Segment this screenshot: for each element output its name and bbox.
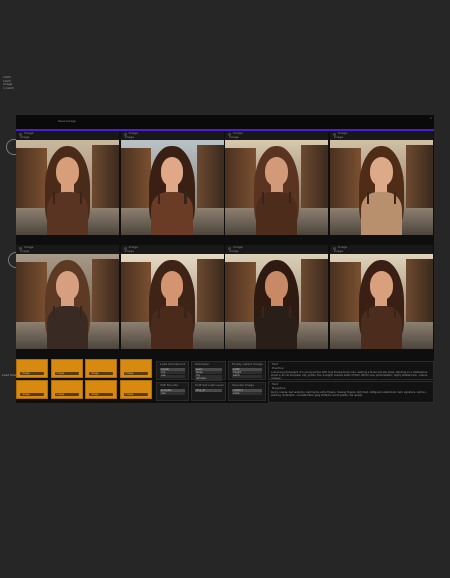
node-header[interactable]: Image Image (120, 245, 224, 254)
image-preview-node[interactable]: Image Image (329, 131, 433, 235)
negative-prompt-text[interactable]: blurry, lowres, bad anatomy, bad hands, … (271, 391, 431, 400)
node-panel-area: Load Images image image image image image ima… (2, 359, 434, 403)
settings-node[interactable]: Upscale Image method scale (228, 382, 266, 401)
positive-prompt-box[interactable]: Text Positive a stunning photograph of a… (268, 361, 434, 380)
load-image-node[interactable]: image (50, 380, 83, 399)
image-preview-node[interactable]: Image Image (225, 131, 329, 235)
settings-field-label: stop_at (196, 388, 206, 392)
topbar-title: Save Image (58, 119, 76, 123)
negative-prompt-box[interactable]: Text Negative blurry, lowres, bad anatom… (268, 381, 434, 403)
node-header[interactable]: Image Image (225, 245, 329, 254)
image-slot[interactable]: image (54, 372, 79, 375)
settings-node[interactable]: Empty Latent Image width height batch (228, 361, 266, 380)
generated-image[interactable] (120, 140, 224, 235)
side-info-line: 1 batch (3, 85, 15, 90)
image-preview-node[interactable]: Image Image (16, 131, 119, 235)
settings-node-title: CLIP Set Last Layer (195, 383, 224, 387)
image-slot-label: image (91, 372, 99, 375)
image-slot[interactable]: image (89, 393, 113, 396)
image-preview-node[interactable]: Image Image (120, 131, 224, 235)
node-header[interactable]: Image Image (16, 245, 119, 254)
generated-image[interactable] (16, 254, 119, 349)
image-slot[interactable]: image (89, 372, 113, 375)
close-icon[interactable]: x (430, 116, 432, 121)
image-slot-label: image (56, 393, 65, 396)
settings-field[interactable]: denoise (195, 377, 222, 381)
settings-field[interactable]: batch (232, 374, 262, 378)
node-header[interactable]: Image Image (225, 131, 329, 140)
settings-node-title: Load Checkpoint (160, 362, 186, 366)
image-slot[interactable]: image (123, 393, 148, 396)
image-slot-label: image (125, 393, 134, 396)
settings-node[interactable]: CLIP Set Last Layer stop_at (191, 382, 226, 401)
image-preview-node[interactable]: Image Image (16, 245, 119, 349)
settings-field[interactable]: vae (160, 391, 185, 396)
node-header[interactable]: Image Image (16, 131, 119, 140)
load-image-node[interactable]: image (50, 359, 83, 378)
settings-field-label: scale (233, 391, 240, 395)
settings-field-label: denoise (196, 377, 206, 381)
positive-prompt-text[interactable]: a stunning photograph of a young woman w… (271, 371, 431, 380)
settings-field[interactable]: vae (160, 374, 185, 378)
prompt-subtitle: Positive (272, 365, 284, 370)
generated-image[interactable] (225, 140, 329, 235)
image-slot-label: image (22, 372, 30, 375)
settings-node-title: VAE Decode (160, 383, 179, 387)
settings-field-label: vae (161, 391, 166, 395)
prompt-subtitle: Negative (272, 385, 286, 390)
node-header[interactable]: Image Image (120, 131, 224, 140)
image-preview-node[interactable]: Image Image (329, 245, 433, 349)
settings-node[interactable]: VAE Decode samples vae (156, 382, 189, 401)
load-image-node[interactable]: image (16, 380, 48, 399)
node-header[interactable]: Image Image (329, 131, 433, 140)
settings-field[interactable]: scale (232, 391, 262, 396)
generated-image[interactable] (120, 254, 224, 349)
settings-node-title: Empty Latent Image (232, 362, 263, 366)
image-preview-node[interactable]: Image Image (225, 245, 329, 349)
load-image-node[interactable]: image (85, 380, 117, 399)
image-slot[interactable]: image (54, 393, 79, 396)
side-info-panel: 1024 1024 Image 1 batch (3, 75, 15, 90)
load-image-node[interactable]: image (119, 380, 152, 399)
load-image-node[interactable]: image (119, 359, 152, 378)
settings-node-title: Upscale Image (232, 383, 255, 387)
image-slot[interactable]: image (20, 372, 44, 375)
node-header[interactable]: Image Image (329, 245, 433, 254)
generated-image[interactable] (329, 254, 433, 349)
link-curve (6, 139, 16, 155)
image-slot[interactable]: image (20, 393, 44, 396)
canvas-topbar: Save Image x (16, 115, 434, 130)
settings-field[interactable]: stop_at (195, 389, 222, 392)
generated-image[interactable] (225, 254, 329, 349)
image-slot-label: image (91, 393, 99, 396)
node-canvas[interactable]: Save Image x Image Image Image Image Image Im… (2, 115, 434, 403)
image-slot-label: image (125, 372, 134, 375)
settings-field-label: vae (161, 374, 166, 378)
settings-node[interactable]: KSampler seed steps cfg denoise (191, 361, 226, 381)
image-preview-node[interactable]: Image Image (120, 245, 224, 349)
settings-field-label: batch (233, 374, 241, 378)
load-image-node[interactable]: image (85, 359, 117, 378)
settings-node-title: KSampler (195, 362, 210, 366)
settings-node[interactable]: Load Checkpoint model clip vae (156, 361, 189, 380)
load-image-node[interactable]: image (16, 359, 48, 378)
generated-image[interactable] (16, 140, 119, 235)
image-slot-label: image (56, 372, 65, 375)
generated-image[interactable] (329, 140, 433, 235)
image-slot[interactable]: image (123, 372, 148, 375)
image-slot-label: image (22, 393, 30, 396)
